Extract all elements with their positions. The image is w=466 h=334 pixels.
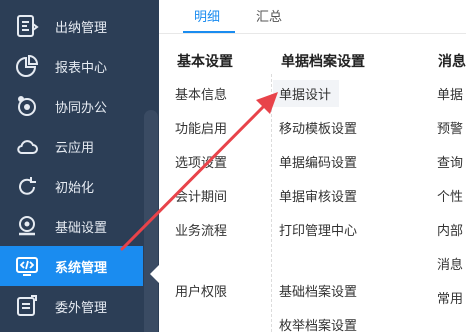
menu-link-accounting-period[interactable]: 会计期间 xyxy=(175,186,227,205)
menu-link-msg-4[interactable]: 个性 xyxy=(437,186,463,205)
collaboration-icon xyxy=(18,96,36,116)
sidebar: 出纳管理 报表中心 协同办公 云应用 初始化 基础设置 系统管理 委外管理 xyxy=(0,0,159,332)
tab-bar: 明细 汇总 xyxy=(159,0,466,34)
sidebar-scrollbar[interactable] xyxy=(144,110,158,332)
column-title-basic-settings: 基本设置 xyxy=(177,54,233,70)
sidebar-item-label: 出纳管理 xyxy=(55,21,108,36)
code-icon xyxy=(16,257,38,276)
column-title-document-settings: 单据档案设置 xyxy=(281,54,365,70)
menu-link-options[interactable]: 选项设置 xyxy=(175,152,227,171)
column-divider xyxy=(271,74,272,332)
menu-link-enum-archive[interactable]: 枚举档案设置 xyxy=(279,315,357,334)
sidebar-item-label: 云应用 xyxy=(55,141,95,156)
column-title-messages: 消息 xyxy=(438,54,466,70)
menu-link-basic-info[interactable]: 基本信息 xyxy=(175,84,227,103)
sidebar-item-outsource[interactable]: 委外管理 xyxy=(0,286,143,326)
menu-link-business-flow[interactable]: 业务流程 xyxy=(175,220,227,239)
sidebar-item-label: 委外管理 xyxy=(55,301,108,316)
menu-link-user-permissions[interactable]: 用户权限 xyxy=(175,281,227,300)
menu-link-document-numbering[interactable]: 单据编码设置 xyxy=(279,152,357,171)
cloud-icon xyxy=(17,140,38,154)
sidebar-item-label: 系统管理 xyxy=(55,261,108,276)
refresh-icon xyxy=(19,177,36,195)
menu-link-msg-5[interactable]: 内部 xyxy=(437,220,463,239)
menu-link-document-design[interactable]: 单据设计 xyxy=(273,80,340,107)
sidebar-item-cloud[interactable]: 云应用 xyxy=(0,126,143,166)
active-pointer xyxy=(150,265,159,283)
sidebar-item-label: 协同办公 xyxy=(55,101,108,116)
tab-summary[interactable]: 汇总 xyxy=(256,6,282,25)
menu-panel: 明细 汇总 基本设置 基本信息 功能启用 选项设置 会计期间 业务流程 用户权限… xyxy=(159,0,466,334)
sidebar-item-label: 报表中心 xyxy=(55,61,108,76)
cashier-icon xyxy=(17,15,39,37)
settings-icon xyxy=(19,216,35,236)
menu-link-msg-6[interactable]: 消息 xyxy=(437,254,463,273)
sidebar-item-basic-settings[interactable]: 基础设置 xyxy=(0,206,143,246)
sidebar-item-collab[interactable]: 协同办公 xyxy=(0,86,143,126)
menu-link-feature-enable[interactable]: 功能启用 xyxy=(175,118,227,137)
outsource-icon xyxy=(17,295,37,316)
menu-link-msg-1[interactable]: 单据 xyxy=(437,84,463,103)
sidebar-item-reports[interactable]: 报表中心 xyxy=(0,46,143,86)
tab-detail[interactable]: 明细 xyxy=(194,6,220,25)
pie-chart-icon xyxy=(16,54,39,77)
sidebar-item-cashier[interactable]: 出纳管理 xyxy=(0,6,143,46)
menu-link-msg-3[interactable]: 查询 xyxy=(437,152,463,171)
sidebar-item-init[interactable]: 初始化 xyxy=(0,166,143,206)
sidebar-item-system[interactable]: 系统管理 xyxy=(0,246,143,286)
tab-active-indicator xyxy=(183,31,235,33)
menu-link-print-center[interactable]: 打印管理中心 xyxy=(279,220,357,239)
menu-link-base-archive[interactable]: 基础档案设置 xyxy=(279,281,357,300)
menu-link-msg-7[interactable]: 常用 xyxy=(437,288,463,307)
menu-link-document-approval[interactable]: 单据审核设置 xyxy=(279,186,357,205)
sidebar-item-label: 初始化 xyxy=(55,181,95,196)
menu-link-mobile-template[interactable]: 移动模板设置 xyxy=(279,118,357,137)
sidebar-item-label: 基础设置 xyxy=(55,221,108,236)
menu-link-msg-2[interactable]: 预警 xyxy=(437,118,463,137)
